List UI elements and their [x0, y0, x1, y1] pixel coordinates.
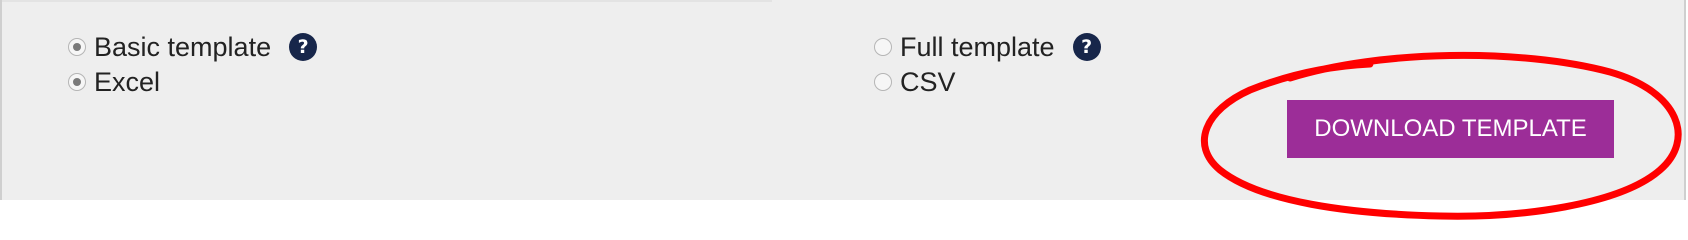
basic-template-option[interactable]: Basic template ? [68, 30, 318, 64]
download-template-button[interactable]: DOWNLOAD TEMPLATE [1287, 100, 1614, 158]
template-options-panel: Basic template ? Excel Full template ? C… [0, 0, 1686, 200]
basic-template-label: Basic template [94, 32, 272, 62]
question-circle-icon[interactable]: ? [289, 33, 318, 61]
csv-label: CSV [900, 67, 956, 97]
excel-format-option[interactable]: Excel [68, 65, 160, 99]
excel-radio[interactable] [68, 73, 86, 91]
question-circle-icon[interactable]: ? [1072, 33, 1101, 61]
excel-label: Excel [94, 67, 161, 97]
full-template-label: Full template [900, 32, 1055, 62]
csv-format-option[interactable]: CSV [874, 65, 956, 99]
full-template-radio[interactable] [874, 38, 892, 56]
csv-radio[interactable] [874, 73, 892, 91]
panel-top-divider [2, 0, 772, 2]
screenshot-stage: Basic template ? Excel Full template ? C… [0, 0, 1688, 223]
full-template-option[interactable]: Full template ? [874, 30, 1101, 64]
basic-template-radio[interactable] [68, 38, 86, 56]
